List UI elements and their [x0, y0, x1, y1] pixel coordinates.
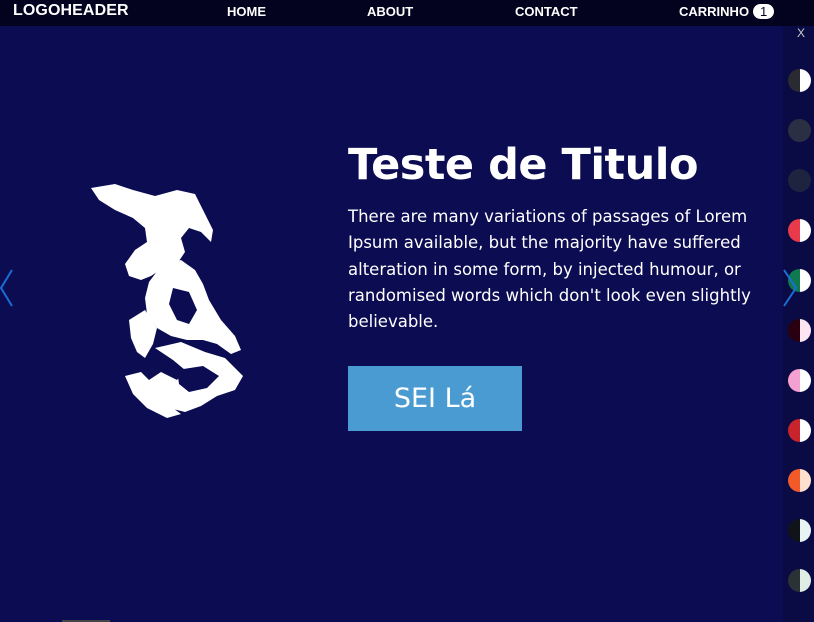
swatch-right-color: [799, 169, 811, 192]
theme-swatch[interactable]: [788, 319, 811, 342]
swatch-right-color: [799, 269, 811, 292]
nav-home[interactable]: HOME: [227, 4, 266, 19]
swatch-right-color: [799, 319, 811, 342]
cart-count-badge: 1: [753, 4, 775, 19]
swatch-left-color: [788, 219, 800, 242]
swatch-right-color: [799, 369, 811, 392]
swatch-left-color: [788, 119, 800, 142]
swatch-left-color: [788, 519, 800, 542]
nav-cart[interactable]: CARRINHO 1: [679, 4, 775, 19]
swatch-left-color: [788, 419, 800, 442]
swatch-right-color: [799, 69, 811, 92]
theme-swatch[interactable]: [788, 219, 811, 242]
hero-title: Teste de Titulo: [348, 140, 699, 190]
swatch-right-color: [799, 219, 811, 242]
swatch-left-color: [788, 69, 800, 92]
swatch-right-color: [799, 569, 811, 592]
theme-swatch[interactable]: [788, 419, 811, 442]
cart-label: CARRINHO: [679, 4, 750, 19]
close-button[interactable]: X: [797, 26, 805, 40]
theme-swatch[interactable]: [788, 369, 811, 392]
theme-swatch[interactable]: [788, 169, 811, 192]
logo[interactable]: LOGOHEADER: [13, 2, 129, 20]
theme-swatch[interactable]: [788, 119, 811, 142]
hero-description: There are many variations of passages of…: [348, 207, 751, 332]
nav-contact[interactable]: CONTACT: [515, 4, 578, 19]
hero-cta-button[interactable]: SEI Lá: [348, 366, 522, 431]
swatch-left-color: [788, 469, 800, 492]
theme-swatch[interactable]: [788, 69, 811, 92]
swatch-right-color: [799, 469, 811, 492]
nav-about[interactable]: ABOUT: [367, 4, 413, 19]
hero-illustration: [91, 184, 243, 418]
swatch-left-color: [788, 319, 800, 342]
top-navbar: LOGOHEADER HOME ABOUT CONTACT CARRINHO 1: [0, 0, 814, 26]
theme-swatch[interactable]: [788, 519, 811, 542]
next-slide-arrow-icon[interactable]: [782, 268, 798, 308]
prev-slide-arrow-icon[interactable]: [0, 268, 16, 308]
theme-swatch[interactable]: [788, 469, 811, 492]
swatch-right-color: [799, 519, 811, 542]
swatch-left-color: [788, 569, 800, 592]
swatch-left-color: [788, 169, 800, 192]
swatch-right-color: [799, 119, 811, 142]
theme-swatch[interactable]: [788, 569, 811, 592]
swatch-right-color: [799, 419, 811, 442]
swatch-left-color: [788, 369, 800, 392]
